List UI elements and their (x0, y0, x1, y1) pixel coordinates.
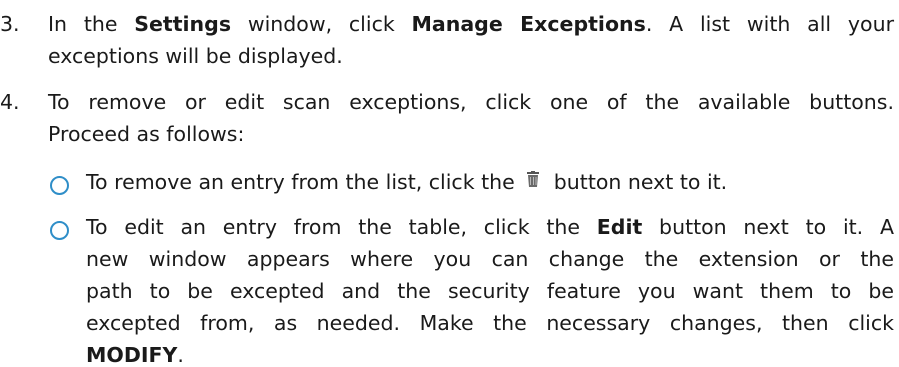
edit-term: Edit (596, 215, 643, 239)
step-number: 4. (0, 90, 20, 114)
step-number: 3. (0, 12, 20, 36)
bullet-2-line-5: MODIFY. (86, 343, 184, 367)
step-3-line-2: exceptions will be displayed. (48, 44, 343, 68)
circle-bullet-icon (50, 221, 69, 240)
manage-exceptions-term: Manage Exceptions (411, 12, 646, 36)
text: button next to it. A (642, 215, 894, 239)
modify-term: MODIFY (86, 343, 178, 367)
text: . A list with all your (645, 12, 894, 36)
text: window, click (231, 12, 412, 36)
step-3-line-1: In the Settings window, click Manage Exc… (48, 12, 894, 36)
text: To edit an entry from the table, click t… (86, 215, 597, 239)
bullet-2-line-4: excepted from, as needed. Make the neces… (86, 311, 894, 335)
step-4-line-1: To remove or edit scan exceptions, click… (48, 90, 894, 114)
text: To remove an entry from the list, click … (86, 170, 522, 194)
bullet-2-line-1: To edit an entry from the table, click t… (86, 215, 894, 239)
step-4-line-2: Proceed as follows: (48, 122, 245, 146)
circle-bullet-icon (50, 176, 69, 195)
text: In the (48, 12, 135, 36)
bullet-1-text: To remove an entry from the list, click … (86, 170, 727, 194)
document-body: 3. In the Settings window, click Manage … (0, 0, 899, 367)
trash-icon (521, 171, 547, 191)
text: button next to it. (547, 170, 728, 194)
text: . (177, 343, 184, 367)
bullet-2-line-3: path to be excepted and the security fea… (86, 279, 894, 303)
bullet-2-line-2: new window appears where you can change … (86, 247, 894, 271)
settings-term: Settings (134, 12, 232, 36)
